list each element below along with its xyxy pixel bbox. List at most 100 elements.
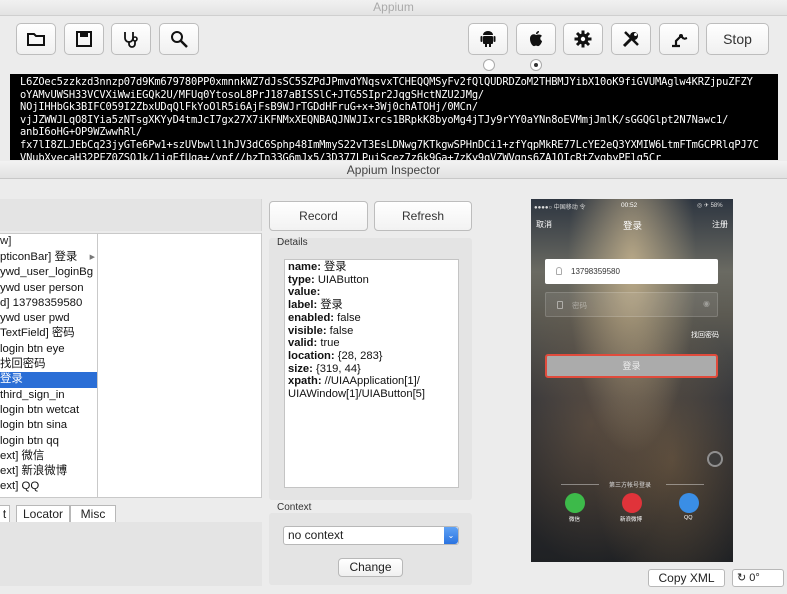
- eye-icon[interactable]: ◉: [703, 299, 710, 308]
- tree-item[interactable]: ywd user person: [0, 281, 97, 296]
- server-log: L6ZOec5zzkzd3nnzp07d9Km679780PP0xmnnkWZ7…: [10, 74, 778, 160]
- tree-item[interactable]: TextField] 密码: [0, 326, 97, 341]
- details-row: label: 登录: [288, 299, 343, 312]
- phone-status-time: 00:52: [621, 202, 638, 209]
- developer-button[interactable]: [611, 23, 651, 55]
- tree-item[interactable]: pticonBar] 登录 ▶: [0, 250, 97, 265]
- details-row: valid: true: [288, 337, 340, 350]
- stop-button[interactable]: Stop: [706, 23, 769, 55]
- phone-password-field[interactable]: 密码 ◉: [545, 292, 718, 317]
- tab-locator[interactable]: Locator: [16, 505, 70, 523]
- phone-forgot-password[interactable]: 找回密码: [691, 330, 719, 340]
- tree-item[interactable]: ext] 新浪微博: [0, 464, 97, 479]
- apple-button[interactable]: [516, 23, 556, 55]
- log-line: VNubXyecaH32PFZ0ZSQJk/1igEfUga+/ypf//bzT…: [20, 151, 662, 160]
- details-title: Details: [277, 237, 308, 248]
- android-icon: [480, 31, 496, 47]
- log-line: fx7lI8ZLJEbCq23jyGTe6Pw1+szUVbwll1hJV3dC…: [20, 138, 759, 151]
- apple-radio[interactable]: [530, 59, 542, 71]
- tree-column-header: w]: [0, 235, 12, 247]
- phone-register[interactable]: 注册: [712, 219, 728, 230]
- record-button[interactable]: Record: [269, 201, 368, 231]
- rotate-value: 0°: [749, 572, 760, 584]
- inspector-button[interactable]: [159, 23, 199, 55]
- details-row: value:: [288, 286, 321, 299]
- tree-item[interactable]: ywd_user_loginBg: [0, 265, 97, 280]
- doctor-button[interactable]: [111, 23, 151, 55]
- tree-column: w] pticonBar] 登录 ▶ ywd_user_loginBg ywd us…: [0, 234, 98, 497]
- change-context-button[interactable]: Change: [338, 558, 403, 577]
- phone-title: 登录: [623, 221, 643, 232]
- details-row-xpath-cont: UIAWindow[1]/UIAButton[5]: [288, 388, 426, 401]
- tab-truncated[interactable]: t: [0, 505, 10, 523]
- phone-username-value: 13798359580: [571, 267, 620, 276]
- refresh-button[interactable]: Refresh: [374, 201, 472, 231]
- tree-item[interactable]: login btn sina: [0, 418, 97, 433]
- phone-username-field[interactable]: 13798359580: [545, 259, 718, 284]
- tree-item[interactable]: login btn eye: [0, 342, 97, 357]
- appium-title: Appium: [373, 0, 414, 14]
- phone-password-placeholder: 密码: [572, 301, 587, 310]
- appium-toolbar: Stop: [0, 16, 787, 74]
- gear-icon: [574, 30, 592, 48]
- inspector-title: Appium Inspector: [346, 163, 441, 177]
- settings-button[interactable]: [563, 23, 603, 55]
- tree-item[interactable]: login btn wetcat: [0, 403, 97, 418]
- phone-status-carrier: ●●●●○ 中国移动 令: [534, 205, 586, 211]
- phone-social-label: 新浪微博: [620, 517, 643, 523]
- log-line: anbI6oHG+OP9WZwwhRl/: [20, 126, 143, 139]
- tab-misc[interactable]: Misc: [70, 505, 116, 523]
- wrench-icon: [622, 31, 639, 48]
- tree-item[interactable]: 登录: [0, 372, 97, 388]
- appium-title-bar: Appium: [0, 0, 787, 16]
- log-line: vjJZWWJLqO8IYia5zNTsgXKYyD4tmJcI7gx27X7i…: [20, 113, 729, 126]
- tree-item[interactable]: third_sign_in: [0, 388, 97, 403]
- robot-button[interactable]: [659, 23, 699, 55]
- qq-icon[interactable]: [679, 493, 699, 513]
- assistive-touch-icon[interactable]: [707, 451, 723, 467]
- android-radio[interactable]: [483, 59, 495, 71]
- details-row: location: {28, 283}: [288, 349, 383, 362]
- phone-third-party-label: 第三方帐号登录: [609, 483, 652, 489]
- phone-status-battery: ◎ ✈ 58%: [697, 203, 723, 209]
- divider: [561, 484, 599, 485]
- context-select[interactable]: no context ⌄: [283, 526, 459, 545]
- tree-item[interactable]: d] 13798359580: [0, 296, 97, 311]
- details-row: size: {319, 44}: [288, 362, 361, 375]
- log-line: NOjIHHbGk3BIFC059I2ZbxUDqQlFkYoOlR5i6AjF…: [20, 101, 478, 114]
- folder-icon: [27, 33, 45, 46]
- weibo-icon[interactable]: [622, 493, 642, 513]
- phone-cancel[interactable]: 取消: [536, 219, 552, 230]
- details-row: name: 登录: [288, 261, 347, 273]
- android-button[interactable]: [468, 23, 508, 55]
- context-title: Context: [277, 502, 312, 513]
- wechat-icon[interactable]: [565, 493, 585, 513]
- expand-arrow-icon[interactable]: ▶: [90, 250, 95, 265]
- context-select-value: no context: [288, 528, 344, 542]
- details-panel: name: 登录 type: UIAButton value: label: 登…: [284, 259, 459, 488]
- phone-login-button[interactable]: 登录: [545, 354, 718, 378]
- rotate-button[interactable]: ↻ 0°: [732, 569, 784, 587]
- divider: [666, 484, 704, 485]
- tree-item[interactable]: ywd user pwd: [0, 311, 97, 326]
- open-button[interactable]: [16, 23, 56, 55]
- tree-item[interactable]: login btn qq: [0, 434, 97, 449]
- details-row: enabled: false: [288, 311, 361, 324]
- tree-item[interactable]: 找回密码: [0, 357, 97, 372]
- details-row: visible: false: [288, 324, 354, 337]
- tree-item[interactable]: ext] QQ: [0, 479, 97, 494]
- details-row: xpath: //UIAApplication[1]/: [288, 375, 420, 388]
- element-tree: w] pticonBar] 登录 ▶ ywd_user_loginBg ywd us…: [0, 233, 262, 498]
- robot-icon: [672, 34, 688, 48]
- inspector-icon: [171, 31, 188, 48]
- save-button[interactable]: [64, 23, 104, 55]
- log-line: oYAMvUWSH33VCVXiWwiEGQk2U/MFUq0YtosoL8Pr…: [20, 88, 485, 101]
- device-screenshot[interactable]: ●●●●○ 中国移动 令 00:52 ◎ ✈ 58% 取消 登录 注册 1379…: [531, 199, 733, 562]
- stethoscope-icon: [124, 32, 138, 48]
- tree-item[interactable]: ext] 微信: [0, 449, 97, 464]
- save-icon: [76, 31, 92, 47]
- copy-xml-button[interactable]: Copy XML: [648, 569, 725, 587]
- rotate-icon: ↻: [737, 572, 747, 584]
- bottom-left-panel: [0, 522, 262, 586]
- tree-items: pticonBar] 登录 ▶ ywd_user_loginBg ywd user …: [0, 250, 97, 495]
